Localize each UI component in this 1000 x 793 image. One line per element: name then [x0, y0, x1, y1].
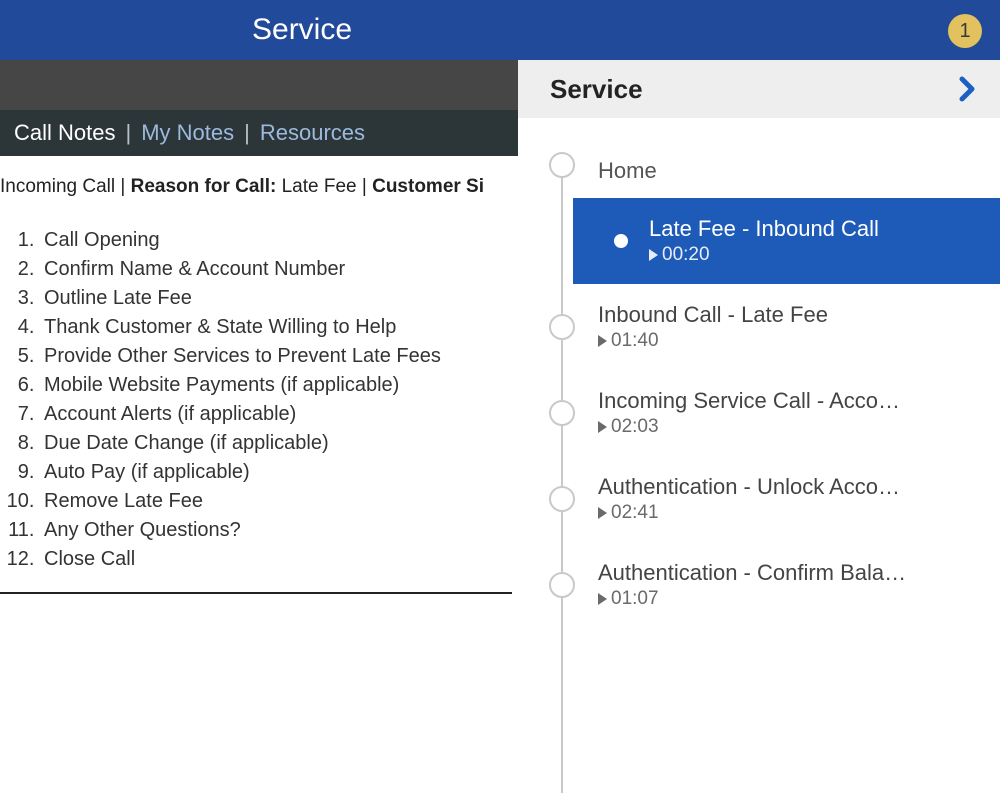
timeline-item[interactable]: Authentication - Unlock Acco… 02:41 [518, 456, 1000, 542]
list-item: Provide Other Services to Prevent Late F… [40, 342, 518, 371]
list-item: Due Date Change (if applicable) [40, 429, 518, 458]
timeline-item-title: Authentication - Confirm Bala… [598, 560, 1000, 586]
reason-value: Late Fee [282, 176, 357, 197]
breadcrumb-home[interactable]: Home [518, 158, 1000, 184]
timeline-item-time: 01:40 [611, 330, 659, 352]
list-item: Mobile Website Payments (if applicable) [40, 371, 518, 400]
app-header: Service 1 [0, 0, 1000, 60]
list-item: Confirm Name & Account Number [40, 255, 518, 284]
list-item: Thank Customer & State Willing to Help [40, 313, 518, 342]
timeline-item-title: Inbound Call - Late Fee [598, 302, 1000, 328]
call-type-value: Incoming Call [0, 176, 115, 197]
timeline-item-time: 01:07 [611, 588, 659, 610]
list-item: Any Other Questions? [40, 516, 518, 545]
play-icon [598, 421, 607, 433]
timeline-item-title: Authentication - Unlock Acco… [598, 474, 1000, 500]
timeline-node-icon [549, 314, 575, 340]
customer-label: Customer Si [372, 176, 484, 197]
timeline-item[interactable]: Inbound Call - Late Fee 01:40 [518, 284, 1000, 370]
call-meta: Incoming Call | Reason for Call: Late Fe… [0, 156, 518, 212]
timeline: Late Fee - Inbound Call 00:20 Inbound Ca… [518, 198, 1000, 628]
panel-title: Service [550, 74, 643, 105]
tab-my-notes[interactable]: My Notes [131, 120, 244, 146]
list-item: Outline Late Fee [40, 284, 518, 313]
tab-resources[interactable]: Resources [250, 120, 375, 146]
play-icon [598, 335, 607, 347]
reason-label: Reason for Call: [131, 176, 277, 197]
service-panel-header: Service [518, 60, 1000, 118]
list-item: Auto Pay (if applicable) [40, 458, 518, 487]
play-icon [649, 249, 658, 261]
timeline-item-title: Late Fee - Inbound Call [649, 216, 1000, 242]
notes-pane: Incoming Call | Reason for Call: Late Fe… [0, 156, 518, 594]
timeline-node-icon [549, 400, 575, 426]
timeline-item-title: Incoming Service Call - Acco… [598, 388, 1000, 414]
timeline-item-time: 02:41 [611, 502, 659, 524]
list-item: Remove Late Fee [40, 487, 518, 516]
header-title: Service [252, 13, 352, 47]
tab-call-notes[interactable]: Call Notes [4, 120, 125, 146]
timeline-node-icon [549, 572, 575, 598]
list-item: Account Alerts (if applicable) [40, 400, 518, 429]
timeline-node-icon [549, 486, 575, 512]
play-icon [598, 593, 607, 605]
timeline-item-time: 00:20 [662, 244, 710, 266]
timeline-node-icon [608, 228, 634, 254]
notification-badge[interactable]: 1 [948, 14, 982, 48]
divider [0, 592, 512, 594]
list-item: Call Opening [40, 226, 518, 255]
timeline-item[interactable]: Authentication - Confirm Bala… 01:07 [518, 542, 1000, 628]
timeline-item-active[interactable]: Late Fee - Inbound Call 00:20 [573, 198, 1000, 284]
list-item: Close Call [40, 545, 518, 574]
chevron-right-icon[interactable] [958, 76, 978, 102]
timeline-node-home [549, 152, 575, 178]
play-icon [598, 507, 607, 519]
timeline-item[interactable]: Incoming Service Call - Acco… 02:03 [518, 370, 1000, 456]
notes-list: Call Opening Confirm Name & Account Numb… [0, 212, 518, 574]
service-panel: Home Late Fee - Inbound Call 00:20 Inbou… [518, 118, 1000, 659]
timeline-item-time: 02:03 [611, 416, 659, 438]
